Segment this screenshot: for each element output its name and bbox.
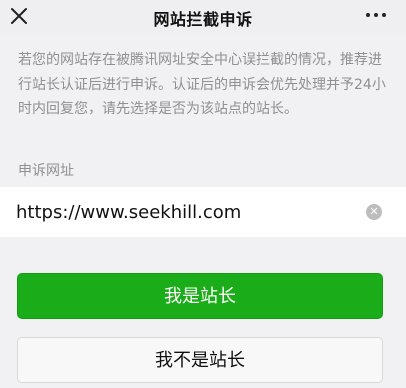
url-input-row: ✕ (0, 187, 406, 237)
appeal-description: 若您的网站存在被腾讯网址安全中心误拦截的情况，推荐进行站长认证后进行申诉。认证后… (18, 52, 386, 117)
i-am-site-owner-button[interactable]: 我是站长 (17, 273, 383, 319)
url-input[interactable] (16, 195, 346, 229)
navigation-bar: 网站拦截申诉 (0, 0, 406, 34)
not-site-owner-button[interactable]: 我不是站长 (17, 337, 383, 383)
more-icon[interactable] (366, 13, 388, 21)
url-field-label: 申诉网址 (18, 163, 74, 179)
clear-icon[interactable]: ✕ (366, 204, 382, 220)
page-title: 网站拦截申诉 (153, 10, 253, 29)
